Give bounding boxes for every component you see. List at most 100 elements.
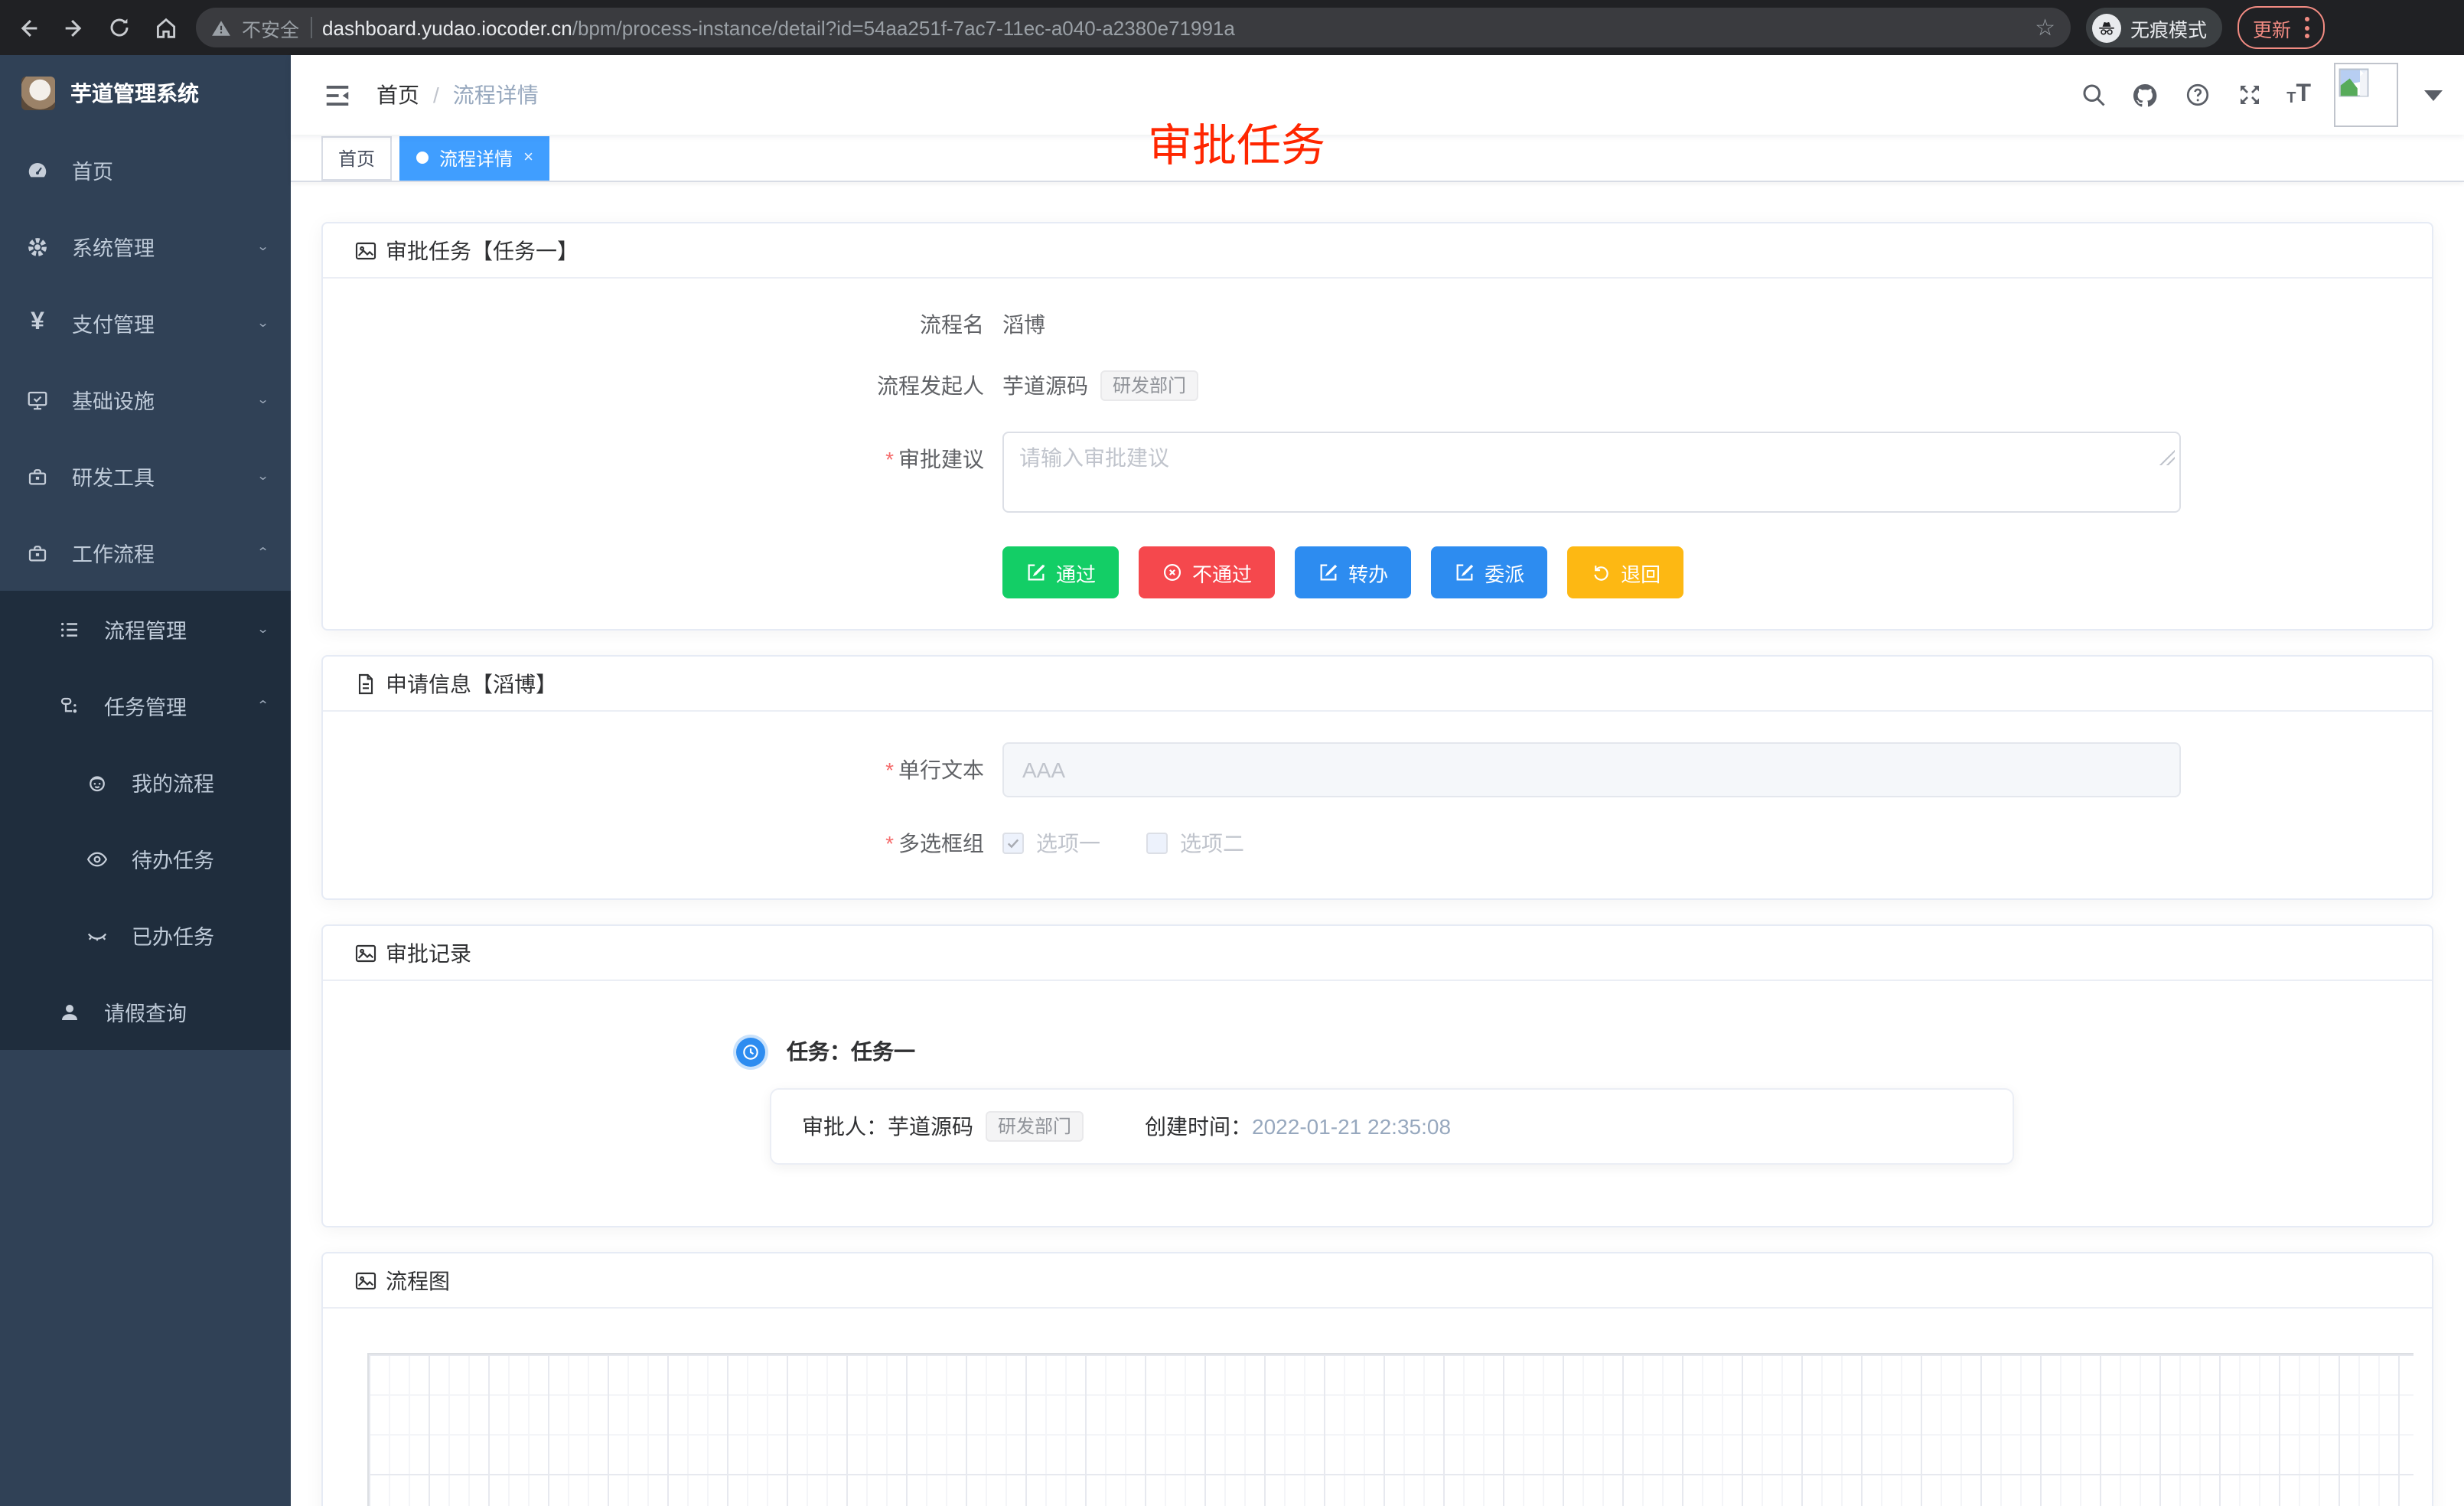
sidebar-item-label: 工作流程 [72,537,233,568]
chevron-up-icon: ⌃ [256,546,269,559]
approval-task-card: 审批任务【任务一】 流程名 滔博 流程发起人 芋道源码 研发部门 [321,222,2433,631]
forward-icon[interactable] [58,12,89,43]
card-header: 申请信息【滔博】 [323,657,2432,712]
checkbox-option-2[interactable]: 选项二 [1146,828,1244,859]
record-detail-box: 审批人： 芋道源码 研发部门 创建时间： 2022-01-21 22:35:08 [770,1088,2014,1165]
warning-icon [211,18,231,37]
incognito-label: 无痕模式 [2130,13,2207,42]
avatar[interactable] [2334,63,2398,127]
sidebar-item-todo-tasks[interactable]: 待办任务 [0,820,291,897]
picture-icon [354,1268,378,1292]
flow-diagram-card: 流程图 [321,1252,2433,1506]
sidebar-item-label: 请假查询 [104,996,269,1027]
sidebar-item-my-process[interactable]: 我的流程 [0,744,291,820]
dept-tag: 研发部门 [986,1111,1084,1142]
main-area: 首页 / 流程详情 TT [291,55,2464,1506]
briefcase-icon [26,541,49,564]
sidebar-item-label: 任务管理 [104,690,233,721]
url-path: /bpm/process-instance/detail?id=54aa251f… [572,16,1235,39]
sidebar-item-label: 我的流程 [132,767,269,797]
process-name-value: 滔博 [1002,309,1045,340]
card-body: *单行文本 *多选框组 选项一 [323,712,2432,898]
card-header: 审批任务【任务一】 [323,223,2432,279]
tab-home[interactable]: 首页 [321,135,392,180]
picture-icon [354,940,378,965]
sidebar-item-payment[interactable]: ¥ 支付管理 ⌄ [0,285,291,361]
chevron-down-icon: ⌄ [256,316,269,330]
search-icon[interactable] [2078,80,2107,109]
tab-process-detail[interactable]: 流程详情 × [399,135,550,180]
broken-image-icon [2337,66,2371,99]
return-button[interactable]: 退回 [1567,546,1683,598]
approval-record-card: 审批记录 任务：任务一 审批人： 芋道源码 研发部门 [321,924,2433,1227]
tag-view-bar: 首页 流程详情 × [291,135,2464,182]
card-title: 审批记录 [386,937,471,968]
text-field-row: *单行文本 [354,742,2401,797]
sidebar-item-label: 支付管理 [72,308,233,338]
sidebar-item-done-tasks[interactable]: 已办任务 [0,897,291,973]
approve-button[interactable]: 通过 [1002,546,1119,598]
card-body: 任务：任务一 审批人： 芋道源码 研发部门 创建时间： 2022-01-21 2… [323,981,2432,1226]
suggestion-textarea[interactable] [1002,432,2181,513]
home-icon[interactable] [150,12,181,43]
github-icon[interactable] [2130,80,2159,109]
required-asterisk: * [885,758,894,782]
sidebar-item-label: 流程管理 [104,614,233,644]
application-info-card: 申请信息【滔博】 *单行文本 *多选框组 [321,655,2433,900]
font-size-icon[interactable]: TT [2286,83,2311,107]
breadcrumb-home[interactable]: 首页 [376,80,419,110]
workflow-submenu: 流程管理 ⌄ 任务管理 ⌃ 我的流程 [0,591,291,1050]
single-line-text-input[interactable] [1002,742,2181,797]
sidebar-item-devtools[interactable]: 研发工具 ⌄ [0,438,291,514]
sidebar-item-home[interactable]: 首页 [0,132,291,208]
update-button[interactable]: 更新 [2253,13,2291,42]
checkbox-label: 选项二 [1180,828,1244,859]
bookmark-star-icon[interactable]: ☆ [2035,14,2055,41]
sidebar-item-label: 待办任务 [132,843,269,874]
field-label: *审批建议 [354,432,1002,474]
security-label[interactable]: 不安全 [242,13,299,42]
avatar-dropdown-caret-icon[interactable] [2424,90,2443,100]
card-body [323,1309,2432,1506]
app-logo-row[interactable]: 芋道管理系统 [0,55,291,132]
required-asterisk: * [885,831,894,856]
fullscreen-icon[interactable] [2234,80,2264,109]
app-logo [21,77,55,110]
flow-icon [58,694,81,717]
transfer-button[interactable]: 转办 [1295,546,1411,598]
sidebar-item-infra[interactable]: 基础设施 ⌄ [0,361,291,438]
sidebar-item-label: 首页 [72,155,269,185]
field-label: 流程发起人 [354,370,1002,401]
chevron-down-icon: ⌄ [256,393,269,406]
help-icon[interactable] [2182,80,2211,109]
sidebar-item-workflow[interactable]: 工作流程 ⌃ [0,514,291,591]
chevron-down-icon: ⌄ [256,240,269,253]
required-asterisk: * [885,447,894,471]
checkbox-option-1[interactable]: 选项一 [1002,828,1100,859]
browser-menu-icon[interactable] [2305,17,2309,38]
sidebar-collapse-icon[interactable] [321,80,352,110]
sidebar-item-process-mgmt[interactable]: 流程管理 ⌄ [0,591,291,667]
url-bar[interactable]: 不安全 dashboard.yudao.iocoder.cn/bpm/proce… [196,8,2071,47]
update-menu-pill[interactable]: 更新 [2237,6,2325,49]
tab-label: 流程详情 [439,145,513,171]
sidebar-item-task-mgmt[interactable]: 任务管理 ⌃ [0,667,291,744]
sidebar-item-system[interactable]: 系统管理 ⌄ [0,208,291,285]
gear-icon [26,235,49,258]
reload-icon[interactable] [104,12,135,43]
timeline-item: 任务：任务一 [736,1036,2401,1067]
url-text[interactable]: dashboard.yudao.iocoder.cn/bpm/process-i… [322,16,2024,39]
annotation-title: 审批任务 [1148,110,1325,174]
approval-buttons: 通过 不通过 转办 委 [354,546,2401,598]
incognito-icon [2092,13,2121,42]
close-icon[interactable]: × [523,148,533,167]
user-icon [58,1000,81,1023]
sidebar-item-leave-query[interactable]: 请假查询 [0,973,291,1050]
bpmn-canvas[interactable] [367,1353,2413,1506]
back-icon[interactable] [12,12,43,43]
reject-button[interactable]: 不通过 [1139,546,1275,598]
page-content: 审批任务【任务一】 流程名 滔博 流程发起人 芋道源码 研发部门 [291,182,2464,1506]
delegate-button[interactable]: 委派 [1431,546,1547,598]
dept-tag: 研发部门 [1100,370,1198,401]
sidebar-item-label: 已办任务 [132,920,269,950]
